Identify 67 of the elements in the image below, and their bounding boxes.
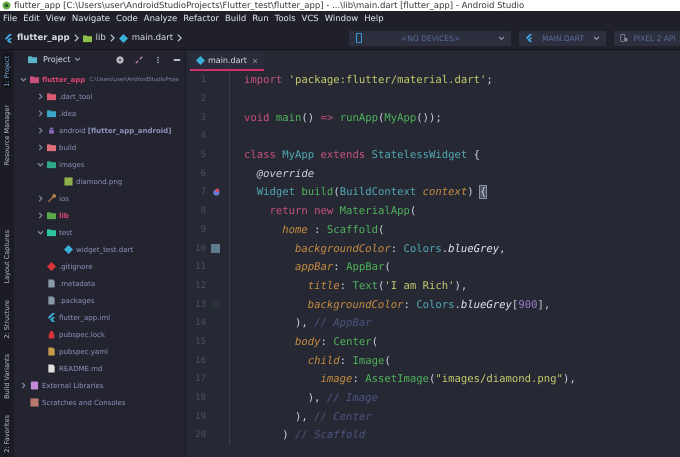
window-title: flutter_app [C:\Users\user\AndroidStudioProjects\Flutter_test\flutter_app] - ...\lib\main.dart [flutter_app] - Android Studio: [14, 0, 524, 10]
folder-icon: [28, 55, 37, 64]
code-line: ), // Image: [306, 392, 378, 404]
code-line: class MyApp extends StatelessWidget {: [244, 149, 480, 162]
chevron-icon[interactable]: [37, 229, 44, 236]
code-line: body: Center(: [294, 336, 378, 348]
code-line: Widget build(BuildContext context) {: [256, 186, 486, 198]
diamond-icon: [196, 56, 205, 65]
menu-item[interactable]: Edit: [23, 14, 40, 24]
chevron-icon: [177, 34, 182, 42]
editor-tab[interactable]: main.dart: [190, 52, 264, 71]
code-line: appBar: AppBar(: [294, 261, 391, 274]
app-icon: [2, 1, 11, 10]
code-line: ) // Scaffold: [281, 429, 366, 442]
menu-item[interactable]: Build: [224, 14, 246, 24]
code-line: @override: [256, 168, 314, 180]
folder-icon: [82, 34, 92, 42]
code-line: backgroundColor: Colors.blueGrey[900],: [306, 298, 550, 311]
code-line: child: Image(: [306, 354, 391, 367]
menu-item[interactable]: VCS: [302, 14, 319, 24]
code-line: home : Scaffold(: [281, 224, 384, 236]
breadcrumb-item[interactable]: main.dart: [132, 33, 174, 43]
menu-item[interactable]: Run: [252, 14, 269, 24]
target-icon[interactable]: [116, 56, 124, 64]
chevron-icon[interactable]: [37, 161, 44, 168]
code-line: return new MaterialApp(: [268, 205, 416, 218]
code-line: ), // Center: [294, 410, 372, 423]
chevron-icon[interactable]: [37, 93, 44, 100]
dropdown-icon: [498, 36, 505, 40]
code-line: image: AssetImage("images/diamond.png"),: [320, 373, 576, 386]
chevron-icon[interactable]: [37, 212, 44, 219]
override-icon[interactable]: [211, 188, 220, 197]
collapse-icon[interactable]: [135, 56, 143, 64]
chevron-icon[interactable]: [37, 110, 44, 117]
menu-item[interactable]: View: [46, 14, 66, 24]
breadcrumb-item[interactable]: lib: [96, 33, 106, 43]
chevron-icon[interactable]: [37, 195, 44, 202]
chevron-icon: [110, 34, 115, 42]
flutter-icon: [4, 34, 13, 42]
menu-item[interactable]: Navigate: [72, 14, 110, 24]
code-line: ), // AppBar: [294, 317, 372, 330]
phone-icon: [355, 33, 363, 43]
chevron-icon[interactable]: [37, 144, 44, 151]
diamond-icon: [118, 34, 128, 42]
menu-item[interactable]: Help: [364, 14, 384, 24]
chevron-icon[interactable]: [20, 382, 27, 389]
breadcrumb-item[interactable]: flutter_app: [17, 33, 70, 43]
menu-item[interactable]: Window: [324, 14, 358, 24]
menu-item[interactable]: Tools: [274, 14, 296, 24]
code-line: title: Text('I am Rich'),: [306, 280, 468, 292]
device-icon: [620, 33, 628, 43]
dropdown-icon: [593, 36, 600, 40]
dropdown-icon[interactable]: [74, 57, 82, 62]
close-icon[interactable]: [252, 58, 258, 64]
code-line: import 'package:flutter/material.dart';: [244, 74, 493, 86]
chevron-icon: [74, 34, 79, 42]
code-line: void main() => runApp(MyApp());: [244, 112, 442, 124]
flutter-icon: [525, 33, 533, 43]
color-swatch[interactable]: [211, 244, 220, 254]
chevron-icon[interactable]: [20, 76, 27, 83]
code-line: backgroundColor: Colors.blueGrey,: [294, 242, 506, 255]
chevron-icon[interactable]: [37, 127, 44, 134]
menu-item[interactable]: File: [3, 14, 18, 24]
menu-item[interactable]: Refactor: [183, 14, 219, 24]
panel-title[interactable]: Project: [43, 55, 70, 64]
menu-item[interactable]: Code: [116, 14, 138, 24]
menu-item[interactable]: Analyze: [144, 14, 178, 24]
